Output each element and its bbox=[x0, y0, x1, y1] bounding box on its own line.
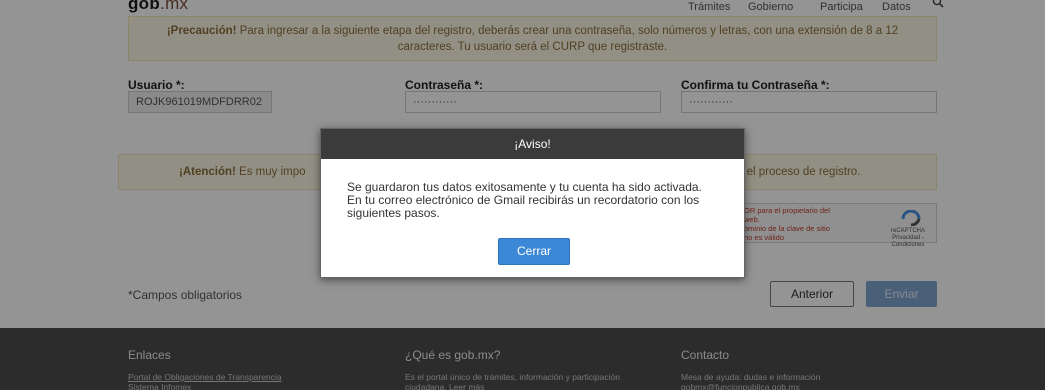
modal-message: Se guardaron tus datos exitosamente y tu… bbox=[347, 180, 702, 220]
notice-modal: ¡Aviso! Se guardaron tus datos exitosame… bbox=[320, 128, 745, 278]
close-button[interactable]: Cerrar bbox=[498, 238, 570, 265]
modal-title: ¡Aviso! bbox=[321, 129, 744, 159]
registration-page: gob.mx Trámites Gobierno Participa Datos… bbox=[0, 0, 1045, 390]
